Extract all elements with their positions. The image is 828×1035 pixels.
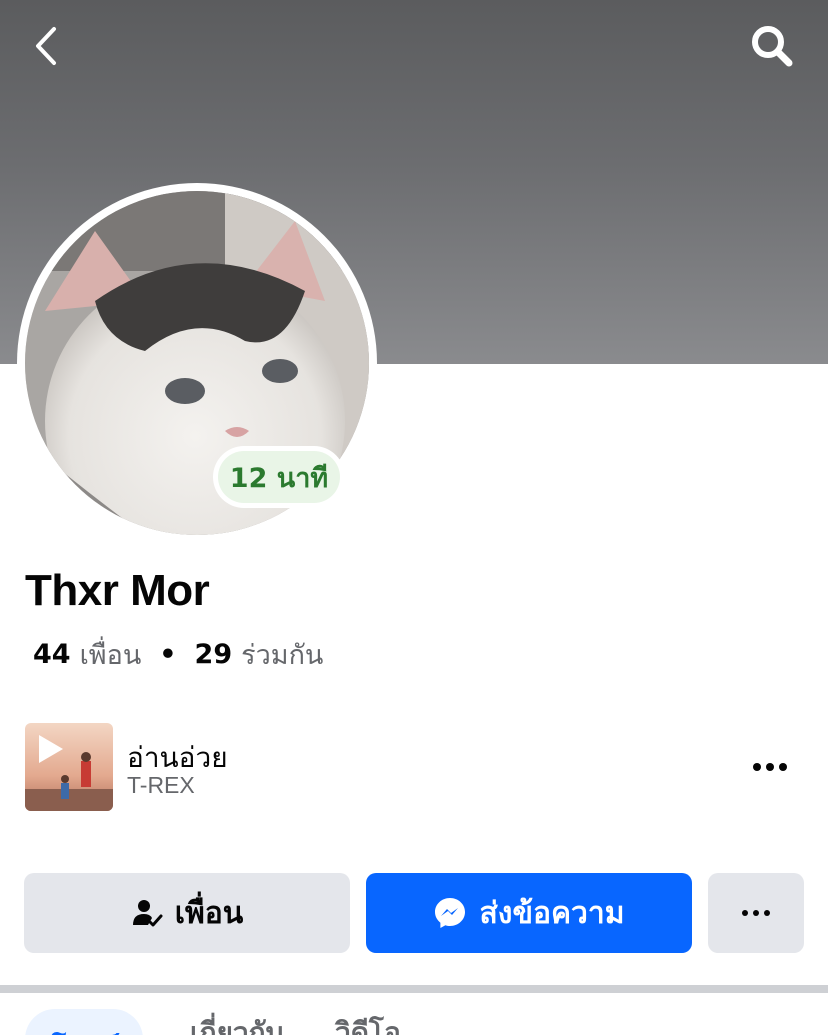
music-more-button[interactable] bbox=[744, 750, 796, 784]
friends-label: เพื่อน bbox=[79, 640, 142, 671]
send-message-button[interactable]: ส่งข้อความ bbox=[366, 873, 692, 953]
more-dot bbox=[753, 910, 759, 916]
profile-name: Thxr Mor bbox=[25, 566, 210, 615]
more-dot bbox=[766, 763, 774, 771]
active-time-label: 12 นาที bbox=[218, 451, 340, 503]
chevron-left-icon bbox=[36, 27, 56, 65]
more-dot bbox=[753, 763, 761, 771]
back-button[interactable] bbox=[20, 20, 72, 72]
search-button[interactable] bbox=[746, 20, 798, 72]
tab-posts[interactable]: โพสต์ bbox=[25, 1009, 143, 1035]
separator-dot: • bbox=[159, 639, 177, 670]
section-divider bbox=[0, 985, 828, 993]
friends-button[interactable]: เพื่อน bbox=[24, 873, 350, 953]
active-status-badge: 12 นาที bbox=[213, 446, 345, 508]
search-icon bbox=[752, 26, 793, 67]
more-options-button[interactable] bbox=[708, 873, 804, 953]
more-dot bbox=[779, 763, 787, 771]
friends-button-label: เพื่อน bbox=[174, 895, 244, 931]
mutual-count: 29 bbox=[194, 639, 233, 670]
tab-about[interactable]: เกี่ยวกับ bbox=[190, 1011, 283, 1035]
friends-count: 44 bbox=[33, 639, 71, 670]
messenger-icon bbox=[435, 898, 466, 928]
mutual-label: ร่วมกัน bbox=[241, 640, 324, 671]
send-message-label: ส่งข้อความ bbox=[479, 895, 625, 931]
tab-videos[interactable]: วิดีโอ bbox=[335, 1011, 401, 1035]
profile-tabs: โพสต์ เกี่ยวกับ วิดีโอ bbox=[0, 993, 828, 1035]
song-artist: T-REX bbox=[127, 772, 195, 798]
music-cover-art[interactable] bbox=[25, 723, 113, 811]
more-dot bbox=[742, 910, 748, 916]
more-dot bbox=[764, 910, 770, 916]
friends-summary[interactable]: 44 เพื่อน • 29 ร่วมกัน bbox=[33, 633, 323, 676]
friend-check-icon bbox=[132, 900, 163, 927]
